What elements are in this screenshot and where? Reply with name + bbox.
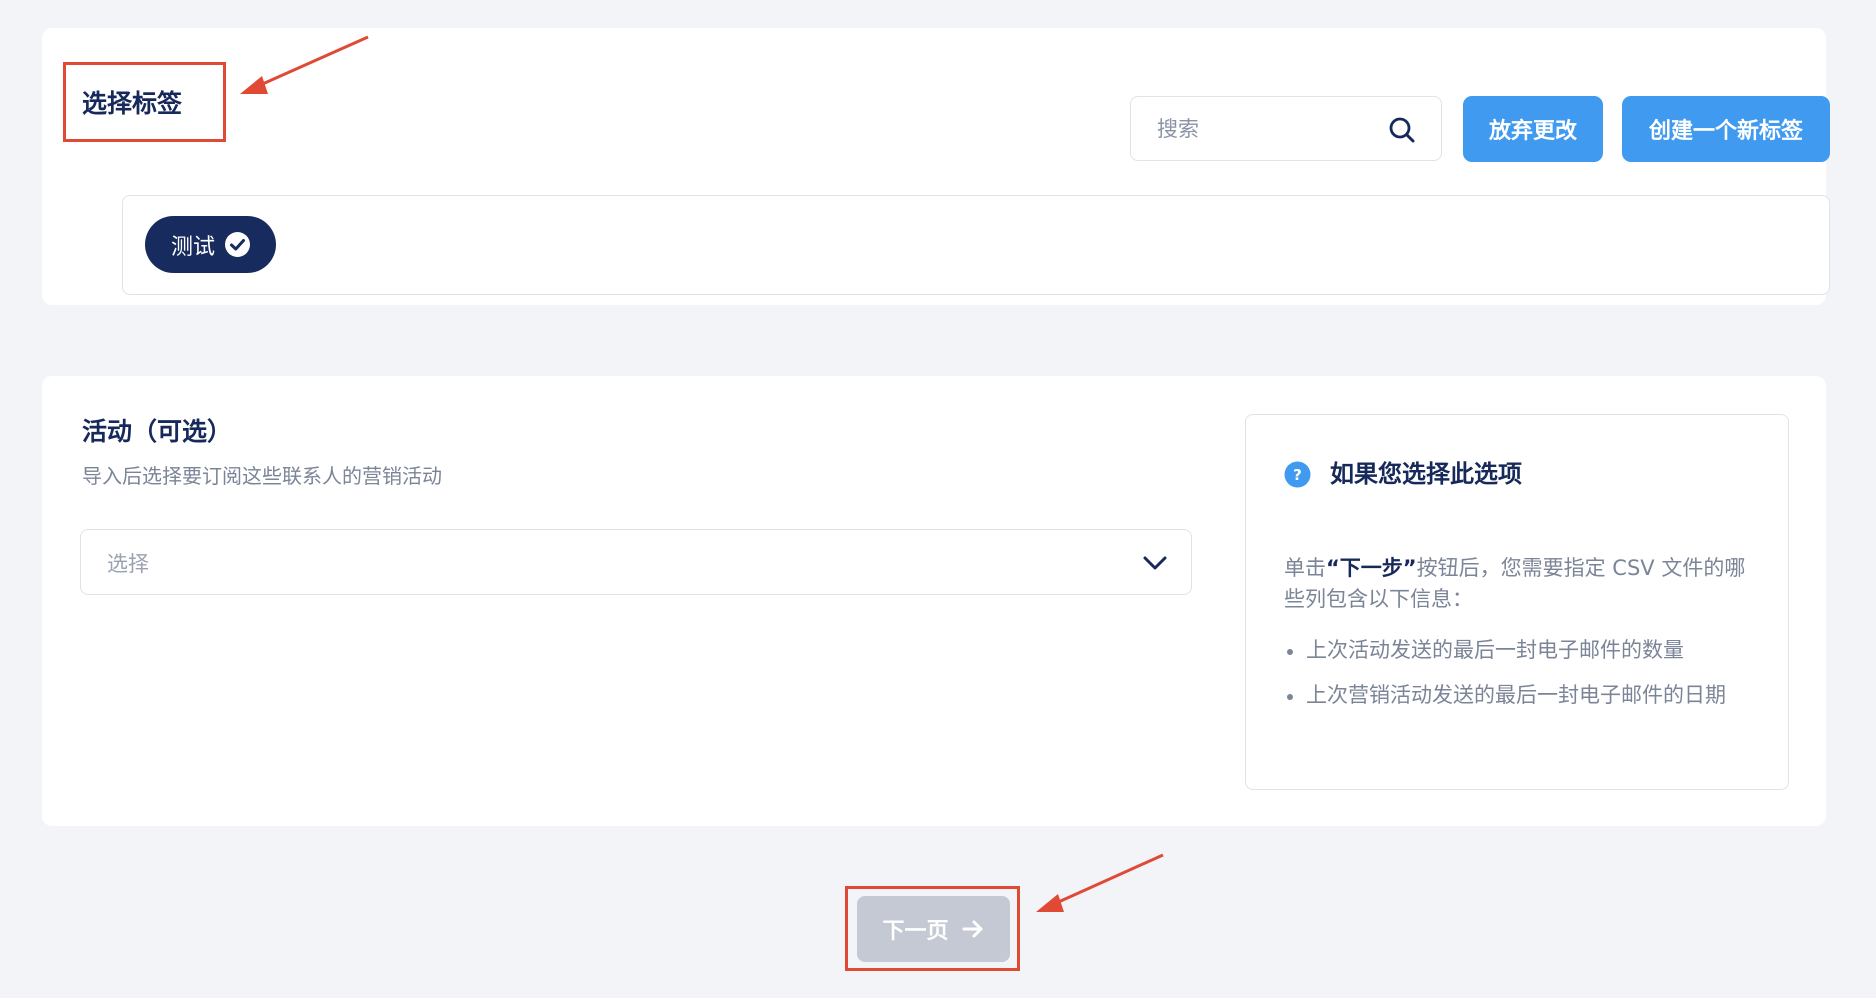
tag-chip-label: 测试 [171, 234, 216, 260]
list-item: 上次活动发送的最后一封电子邮件的数量 [1284, 635, 1754, 666]
campaign-section-subtitle: 导入后选择要订阅这些联系人的营销活动 [82, 464, 442, 488]
search-icon[interactable] [1387, 115, 1417, 145]
tag-search-input[interactable] [1157, 111, 1387, 147]
info-desc-bold: “下一步” [1326, 556, 1417, 580]
svg-text:?: ? [1293, 466, 1302, 484]
info-panel-title: 如果您选择此选项 [1330, 460, 1522, 488]
campaign-section-title: 活动（可选） [82, 417, 233, 446]
question-circle-icon: ? [1284, 461, 1311, 488]
annotation-highlight-next [845, 886, 1020, 971]
info-panel: ? 如果您选择此选项 单击“下一步”按钮后，您需要指定 CSV 文件的哪些列包含… [1245, 414, 1789, 790]
create-new-tag-button[interactable]: 创建一个新标签 [1622, 96, 1830, 162]
campaign-select-placeholder: 选择 [107, 552, 149, 576]
tag-chip-test[interactable]: 测试 [145, 216, 276, 273]
campaign-select[interactable]: 选择 [80, 529, 1192, 595]
info-panel-list: 上次活动发送的最后一封电子邮件的数量 上次营销活动发送的最后一封电子邮件的日期 [1284, 635, 1754, 725]
check-circle-icon [225, 232, 251, 257]
tag-search-box[interactable] [1130, 96, 1442, 161]
annotation-highlight-title [63, 62, 226, 142]
annotation-arrow-next [1036, 853, 1164, 912]
list-item: 上次营销活动发送的最后一封电子邮件的日期 [1284, 680, 1754, 711]
chevron-down-icon[interactable] [1141, 552, 1169, 574]
tags-card: 选择标签 放弃更改 创建一个新标签 测试 [42, 28, 1830, 305]
info-panel-description: 单击“下一步”按钮后，您需要指定 CSV 文件的哪些列包含以下信息： [1284, 553, 1754, 615]
info-desc-prefix: 单击 [1284, 556, 1326, 580]
tag-list: 测试 [122, 195, 1830, 295]
campaign-card: 活动（可选） 导入后选择要订阅这些联系人的营销活动 选择 ? 如果您选择此选项 … [42, 376, 1826, 826]
discard-changes-button[interactable]: 放弃更改 [1463, 96, 1603, 162]
